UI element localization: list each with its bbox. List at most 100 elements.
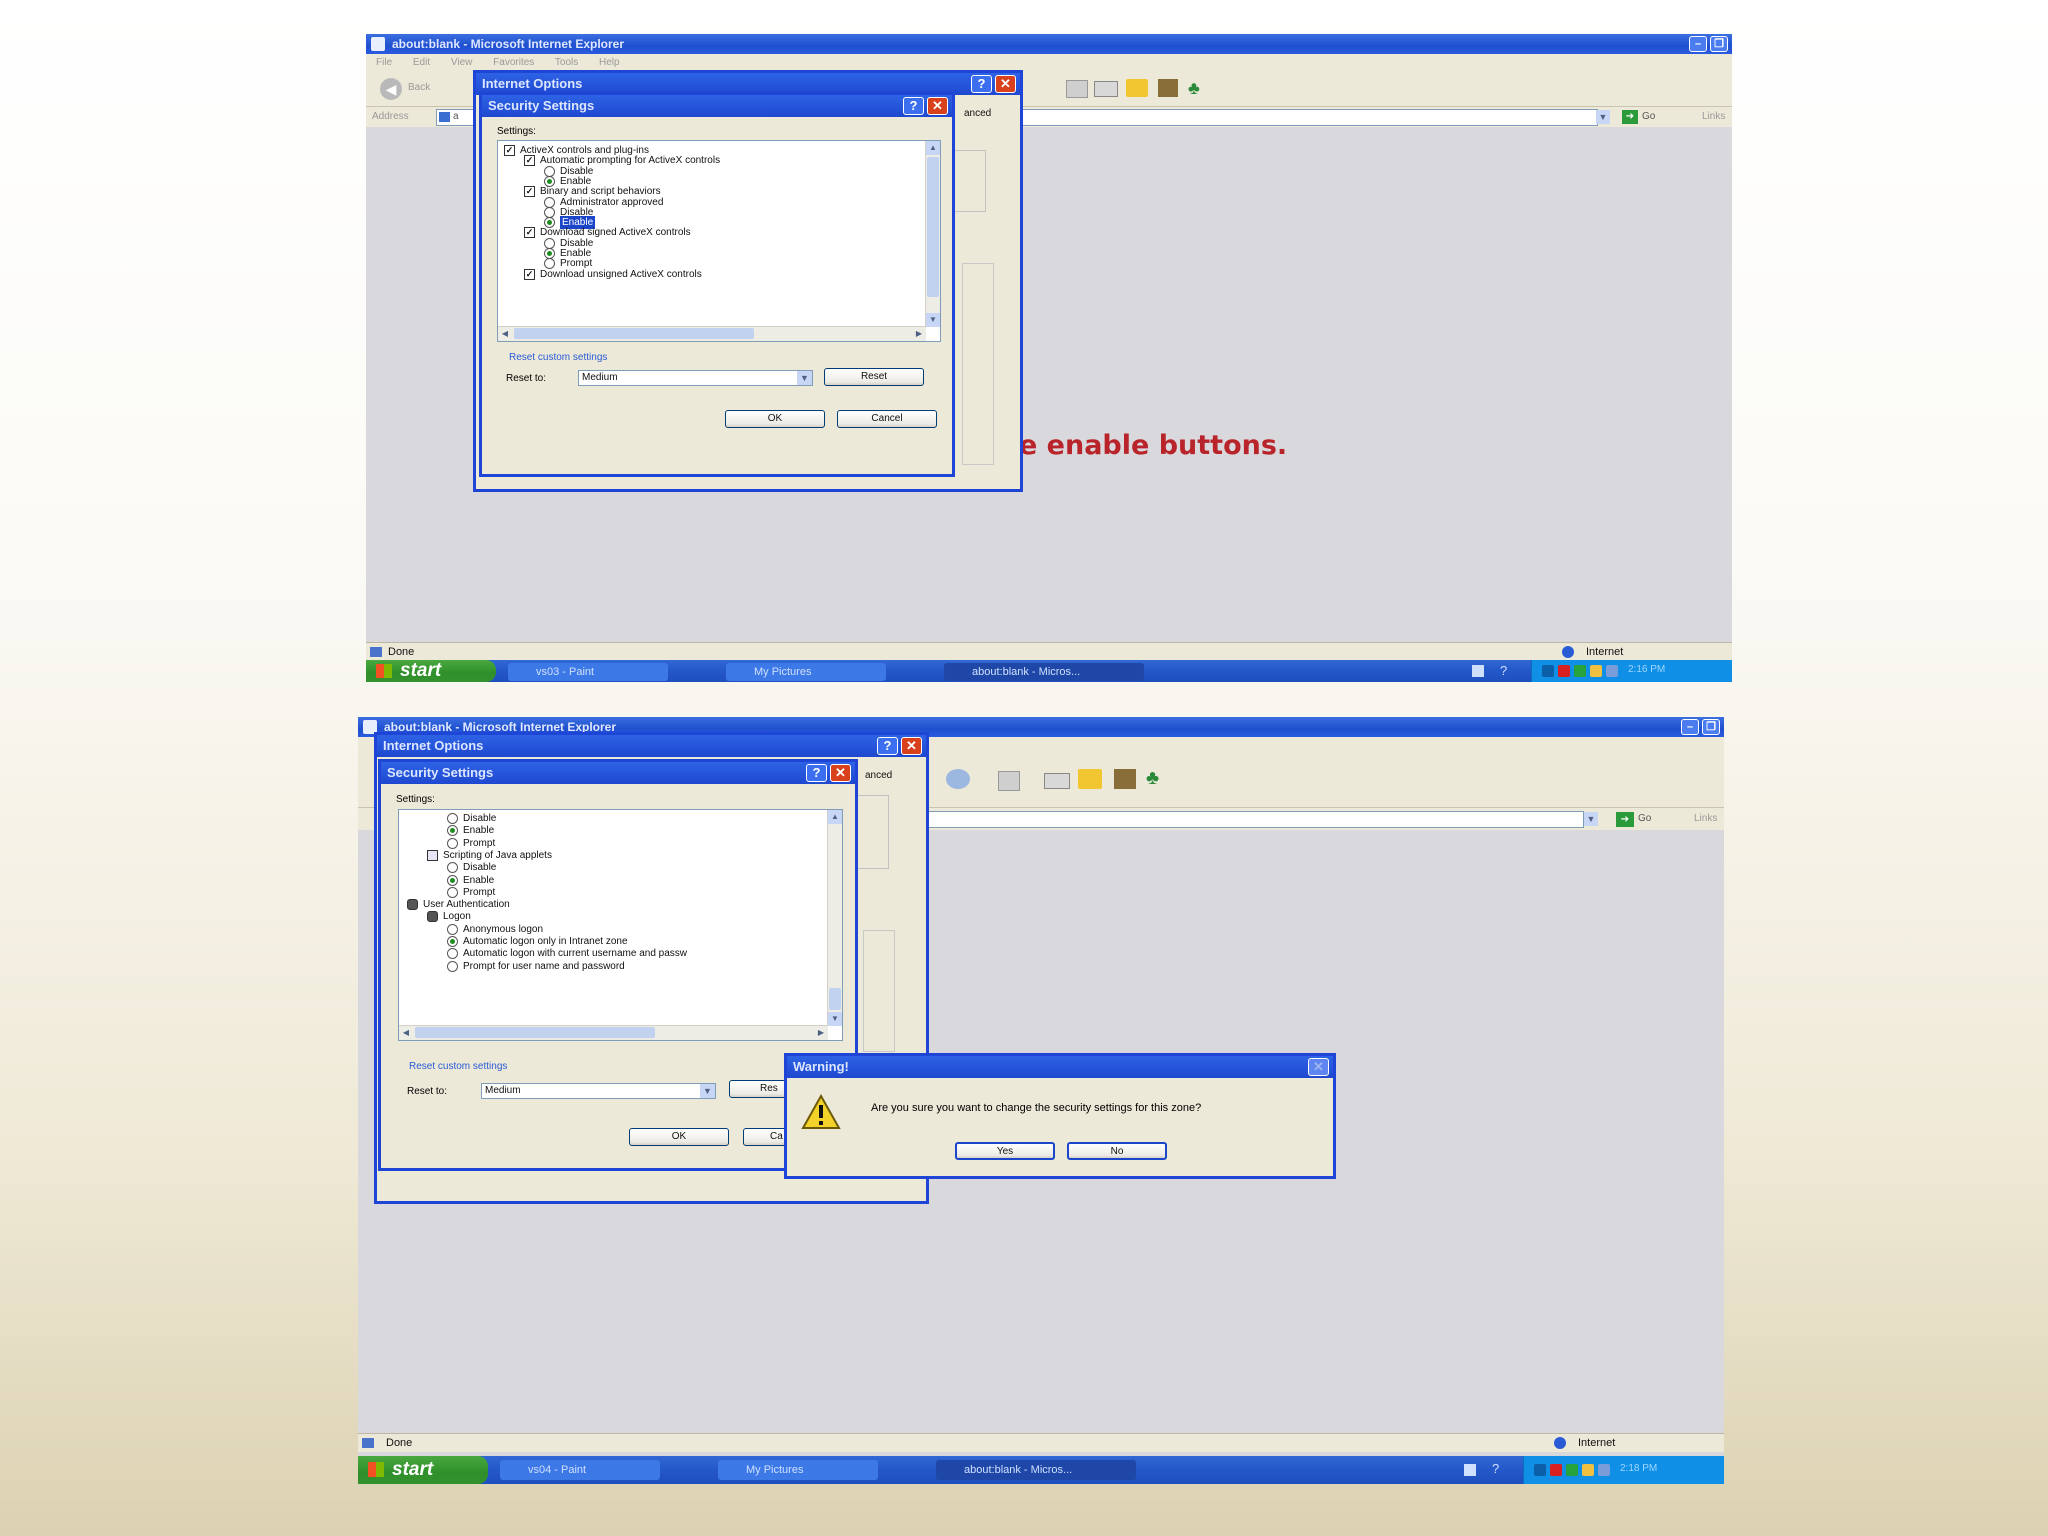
messenger-icon[interactable]	[1158, 79, 1178, 97]
tree-item[interactable]: Automatic logon only in Intranet zone	[447, 935, 842, 948]
links-label[interactable]: Links	[1694, 813, 1717, 824]
address-dropdown-arrow[interactable]: ▼	[1596, 110, 1610, 124]
tray-icon[interactable]	[1574, 665, 1586, 677]
ok-button[interactable]: OK	[629, 1128, 729, 1146]
reset-to-select[interactable]: Medium ▼	[578, 370, 813, 386]
tree-item[interactable]: Anonymous logon	[447, 923, 842, 936]
tree-item[interactable]: Enable	[447, 874, 842, 887]
tray-icon[interactable]	[1534, 1464, 1546, 1476]
taskbar-item-my-pictures[interactable]: My Pictures	[726, 663, 886, 681]
restore-button[interactable]: ❐	[1702, 719, 1720, 735]
tray-icon[interactable]	[1550, 1464, 1562, 1476]
radio-option[interactable]	[447, 862, 458, 874]
scroll-down-arrow[interactable]: ▼	[926, 313, 940, 327]
warning-close-button[interactable]: ✕	[1308, 1058, 1329, 1076]
language-icon[interactable]	[1464, 1464, 1476, 1476]
taskbar-item-my-pictures[interactable]: My Pictures	[718, 1460, 878, 1480]
folder-icon[interactable]	[1126, 79, 1148, 97]
scroll-right-arrow[interactable]: ▶	[912, 327, 926, 340]
scroll-up-arrow[interactable]: ▲	[926, 141, 940, 155]
address-field[interactable]	[918, 811, 1584, 828]
tree-item[interactable]: Disable	[447, 812, 842, 825]
settings-tree[interactable]: ▲ ▼ ◀ ▶ ✓ ActiveX controls and plug-ins ✓ A…	[497, 140, 941, 342]
tree-item[interactable]: Disable	[447, 861, 842, 874]
options-close-button[interactable]: ✕	[995, 75, 1016, 93]
mail-icon[interactable]	[1044, 773, 1070, 789]
go-button[interactable]: Go	[1638, 813, 1651, 824]
radio-option[interactable]	[447, 813, 458, 824]
tree-item[interactable]: Scripting of Java applets	[427, 849, 842, 862]
ok-button[interactable]: OK	[725, 410, 825, 428]
scroll-thumb[interactable]	[829, 988, 841, 1010]
tray-icon[interactable]	[1590, 665, 1602, 677]
advanced-tab-fragment[interactable]: anced	[964, 108, 991, 119]
start-button[interactable]: start	[358, 1456, 488, 1484]
help-icon[interactable]: ?	[1500, 663, 1507, 678]
radio-selected[interactable]	[447, 936, 458, 947]
tree-item[interactable]: Prompt for user name and password	[447, 960, 842, 973]
checkbox-icon[interactable]: ✓	[524, 186, 535, 198]
user-key-icon[interactable]	[427, 911, 438, 923]
tray-icon[interactable]	[1558, 665, 1570, 677]
minimize-button[interactable]: –	[1681, 719, 1699, 735]
options-help-button[interactable]: ?	[971, 75, 992, 93]
tree-item[interactable]: Logon	[427, 910, 842, 923]
scroll-right-arrow[interactable]: ▶	[814, 1026, 828, 1039]
security-help-button[interactable]: ?	[903, 97, 924, 115]
reset-button[interactable]: Reset	[824, 368, 924, 386]
checkbox-icon[interactable]: ✓	[524, 227, 535, 239]
tree-item[interactable]: ✓ Download unsigned ActiveX controls	[524, 268, 940, 281]
msn-icon[interactable]: ♣	[1188, 78, 1200, 99]
start-button[interactable]: start	[366, 660, 496, 682]
user-key-icon[interactable]	[407, 899, 418, 911]
security-help-button[interactable]: ?	[806, 764, 827, 782]
yes-button[interactable]: Yes	[955, 1142, 1055, 1160]
print-icon[interactable]	[998, 771, 1020, 791]
radio-selected[interactable]	[447, 825, 458, 837]
history-icon[interactable]	[946, 769, 970, 789]
advanced-tab-fragment[interactable]: anced	[865, 770, 892, 781]
scroll-left-arrow[interactable]: ◀	[399, 1026, 413, 1039]
back-label[interactable]: Back	[408, 82, 430, 93]
checkbox-icon[interactable]: ✓	[524, 155, 535, 167]
script-icon[interactable]	[427, 849, 438, 861]
checkbox-icon[interactable]: ✓	[504, 145, 515, 156]
tree-horizontal-scrollbar[interactable]: ◀ ▶	[498, 326, 926, 341]
folder-icon[interactable]	[1078, 769, 1102, 789]
messenger-icon[interactable]	[1114, 769, 1136, 789]
tray-icon[interactable]	[1542, 665, 1554, 677]
radio-option[interactable]	[447, 837, 458, 849]
links-label[interactable]: Links	[1702, 111, 1725, 122]
address-dropdown-arrow[interactable]: ▼	[1584, 812, 1598, 826]
radio-option[interactable]	[447, 923, 458, 935]
tray-icon[interactable]	[1606, 665, 1618, 677]
taskbar-item-ie[interactable]: about:blank - Micros...	[944, 663, 1144, 681]
no-button[interactable]: No	[1067, 1142, 1167, 1160]
print-icon[interactable]	[1066, 80, 1088, 98]
scroll-down-arrow[interactable]: ▼	[828, 1012, 842, 1026]
tree-item[interactable]: Prompt	[447, 837, 842, 850]
go-arrow-icon[interactable]: ➔	[1616, 812, 1634, 827]
options-close-button[interactable]: ✕	[901, 737, 922, 755]
tree-item[interactable]: Automatic logon with current username an…	[447, 947, 842, 960]
scroll-left-arrow[interactable]: ◀	[498, 327, 512, 340]
options-help-button[interactable]: ?	[877, 737, 898, 755]
tray-icon[interactable]	[1598, 1464, 1610, 1476]
taskbar-item-paint[interactable]: vs04 - Paint	[500, 1460, 660, 1480]
tree-item[interactable]: Enable	[447, 824, 842, 837]
cancel-button[interactable]: Cancel	[837, 410, 937, 428]
msn-icon[interactable]: ♣	[1146, 767, 1159, 790]
go-arrow-icon[interactable]: ➔	[1622, 110, 1638, 124]
help-icon[interactable]: ?	[1492, 1461, 1499, 1476]
radio-option[interactable]	[447, 886, 458, 898]
hscroll-thumb[interactable]	[415, 1027, 655, 1038]
radio-option[interactable]	[447, 960, 458, 972]
taskbar-item-ie[interactable]: about:blank - Micros...	[936, 1460, 1136, 1480]
security-close-button[interactable]: ✕	[927, 97, 948, 115]
radio-option[interactable]	[447, 948, 458, 960]
mail-icon[interactable]	[1094, 81, 1118, 97]
checkbox-icon[interactable]: ✓	[524, 268, 535, 280]
security-close-button[interactable]: ✕	[830, 764, 851, 782]
go-button[interactable]: Go	[1642, 111, 1655, 122]
minimize-button[interactable]: –	[1689, 36, 1707, 52]
